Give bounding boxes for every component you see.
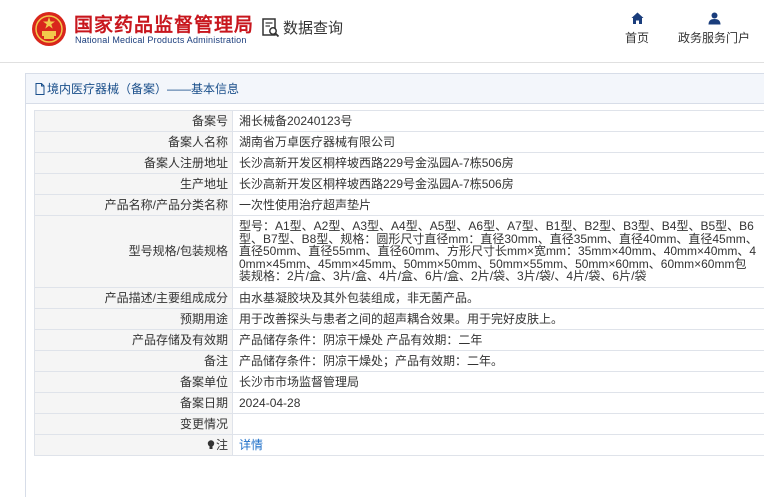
field-value: 型号：A1型、A2型、A3型、A4型、A5型、A6型、A7型、B1型、B2型、B… [232,215,764,288]
field-value: 湘长械备20240123号 [232,110,764,132]
field-label: 产品存储及有效期 [34,328,233,351]
table-row: 备案单位 长沙市市场监督管理局 [34,370,764,393]
nav-home[interactable]: 首页 [624,12,650,46]
nav-home-label: 首页 [624,31,649,45]
field-label: 生产地址 [34,173,233,195]
table-row: 变更情况 [34,412,764,435]
field-label: 备案单位 [34,370,233,393]
site-header: 国家药品监督管理局 National Medical Products Admi… [0,0,764,62]
record-panel: 境内医疗器械（备案）——基本信息 备案号 湘长械备20240123号 备案人名称… [25,73,764,497]
field-label-note: 注 [34,433,233,456]
table-row: 产品存储及有效期 产品储存条件：阴凉干燥处 产品有效期：二年 [34,328,764,351]
table-row: 注 详情 [34,433,764,456]
field-label: 型号规格/包装规格 [34,215,233,288]
table-row: 预期用途 用于改善探头与患者之间的超声耦合效果。用于完好皮肤上。 [34,307,764,330]
table-row: 产品名称/产品分类名称 一次性使用治疗超声垫片 [34,194,764,216]
field-value [232,412,764,435]
field-label: 备注 [34,349,233,372]
field-value: 产品储存条件：阴凉干燥处 产品有效期：二年 [232,328,764,351]
field-label: 备案日期 [34,391,233,414]
table-row: 产品描述/主要组成成分 由水基凝胶块及其外包装组成，非无菌产品。 [34,286,764,309]
search-document-icon [262,17,280,37]
field-value: 一次性使用治疗超声垫片 [232,194,764,216]
panel-heading-text: 境内医疗器械（备案）——基本信息 [47,82,240,96]
field-value: 长沙高新开发区桐梓坡西路229号金泓园A-7栋506房 [232,173,764,195]
site-title: 国家药品监督管理局 [74,15,255,36]
nav-gov-service-label: 政务服务门户 [677,31,750,45]
field-label: 备案号 [34,110,233,132]
record-table: 备案号 湘长械备20240123号 备案人名称 湖南省万卓医疗器械有限公司 备案… [34,110,764,456]
field-label: 变更情况 [34,412,233,435]
table-row: 备案人注册地址 长沙高新开发区桐梓坡西路229号金泓园A-7栋506房 [34,152,764,174]
data-query-link[interactable]: 数据查询 [262,17,343,38]
table-row: 备案日期 2024-04-28 [34,391,764,414]
field-label: 备案人名称 [34,131,233,153]
field-value: 长沙市市场监督管理局 [232,370,764,393]
field-label: 产品名称/产品分类名称 [34,194,233,216]
user-icon [708,12,720,25]
home-icon [631,12,643,24]
field-label: 备案人注册地址 [34,152,233,174]
field-label: 预期用途 [34,307,233,330]
table-row: 备案人名称 湖南省万卓医疗器械有限公司 [34,131,764,153]
table-row: 生产地址 长沙高新开发区桐梓坡西路229号金泓园A-7栋506房 [34,173,764,195]
table-row: 备注 产品储存条件：阴凉干燥处；产品有效期：二年。 [34,349,764,372]
field-value: 湖南省万卓医疗器械有限公司 [232,131,764,153]
panel-heading: 境内医疗器械（备案）——基本信息 [26,74,764,104]
field-value: 产品储存条件：阴凉干燥处；产品有效期：二年。 [232,349,764,372]
field-label: 产品描述/主要组成成分 [34,286,233,309]
details-link[interactable]: 详情 [239,438,263,452]
national-emblem-icon [32,12,66,46]
field-value: 详情 [232,433,764,456]
nav-gov-service-portal[interactable]: 政务服务门户 [676,12,752,46]
field-value: 2024-04-28 [232,391,764,414]
site-subtitle: National Medical Products Administration [75,35,247,45]
table-row: 备案号 湘长械备20240123号 [34,110,764,132]
field-value: 长沙高新开发区桐梓坡西路229号金泓园A-7栋506房 [232,152,764,174]
lightbulb-icon [207,439,215,449]
field-value: 用于改善探头与患者之间的超声耦合效果。用于完好皮肤上。 [232,307,764,330]
document-icon [35,82,45,95]
header-divider [0,62,764,63]
table-row: 型号规格/包装规格 型号：A1型、A2型、A3型、A4型、A5型、A6型、A7型… [34,215,764,288]
data-query-label: 数据查询 [283,20,344,37]
field-value: 由水基凝胶块及其外包装组成，非无菌产品。 [232,286,764,309]
note-label: 注 [215,437,228,452]
